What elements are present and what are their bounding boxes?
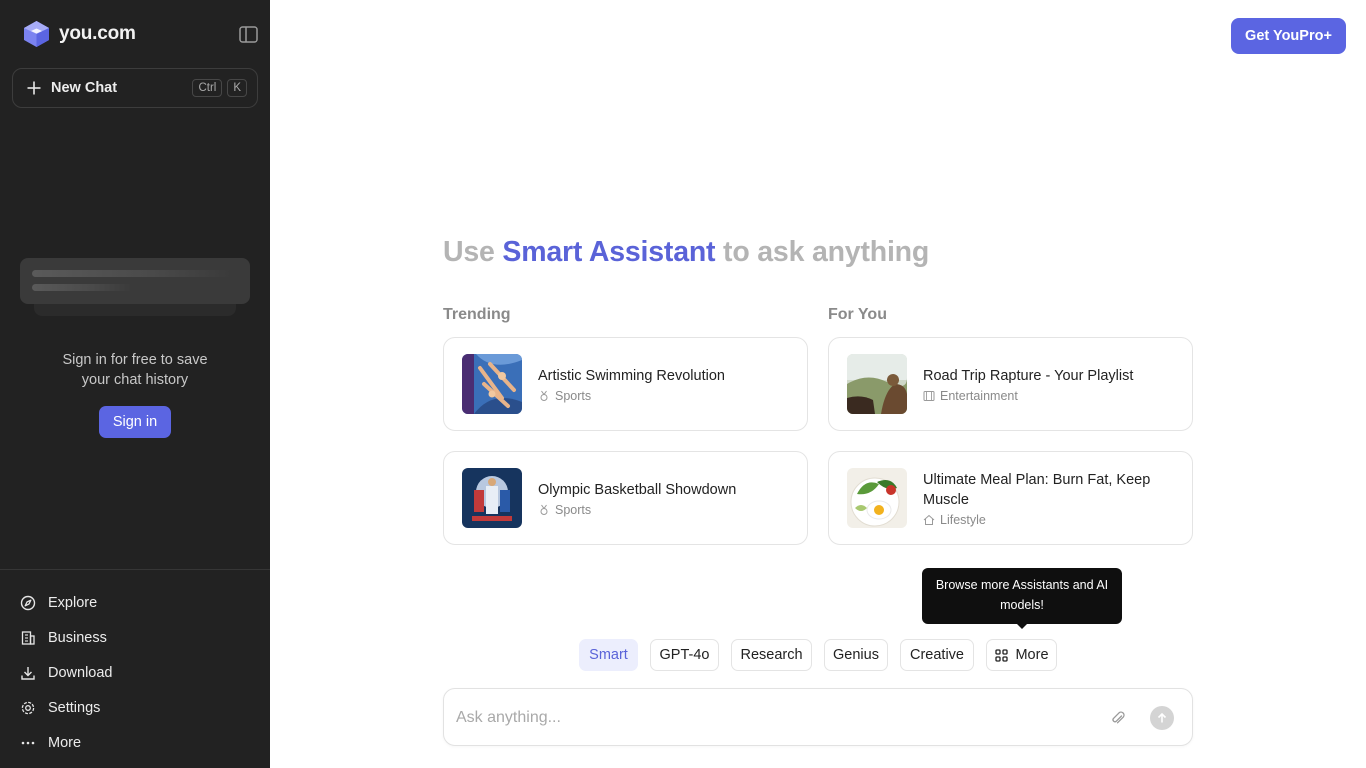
skeleton-line	[32, 284, 132, 291]
arrow-up-icon	[1157, 712, 1167, 723]
sidebar-divider	[0, 569, 270, 570]
sidebar-item-explore[interactable]: Explore	[20, 585, 250, 620]
brand-name: you.com	[59, 23, 136, 44]
card-category: Sports	[538, 503, 591, 517]
plus-icon	[25, 79, 43, 97]
sidebar-item-label: More	[48, 734, 82, 751]
card-title: Ultimate Meal Plan: Burn Fat, Keep Muscl…	[923, 472, 1151, 508]
card-title: Artistic Swimming Revolution	[538, 368, 725, 384]
medal-icon	[538, 504, 550, 516]
card-category: Entertainment	[923, 389, 1018, 403]
skeleton-line	[32, 270, 232, 277]
signin-prompt: Sign in for free to save your chat histo…	[0, 350, 270, 390]
trending-card[interactable]: Artistic Swimming Revolution Sports	[443, 337, 808, 431]
artistic-swimming-thumbnail	[462, 354, 522, 414]
sign-in-button[interactable]: Sign in	[99, 406, 171, 438]
card-category-label: Lifestyle	[940, 513, 986, 527]
sidebar-item-label: Explore	[48, 594, 98, 611]
signin-prompt-line2: your chat history	[81, 372, 189, 388]
headline-assistant[interactable]: Smart Assistant	[502, 236, 715, 268]
get-youpro-button[interactable]: Get YouPro+	[1231, 18, 1346, 54]
skeleton-card	[20, 258, 250, 304]
new-chat-button[interactable]: New Chat Ctrl K	[12, 68, 258, 108]
compass-icon	[20, 595, 36, 611]
mode-chip-research[interactable]: Research	[731, 639, 812, 671]
tooltip-arrow	[1016, 623, 1028, 629]
attach-button[interactable]	[1107, 707, 1129, 729]
you-logo-icon	[24, 21, 49, 47]
card-category-label: Sports	[555, 389, 592, 403]
sidebar-item-label: Settings	[48, 699, 101, 716]
film-icon	[923, 390, 935, 402]
mode-chip-gpt4o[interactable]: GPT-4o	[650, 639, 719, 671]
sidebar-toggle-icon	[238, 25, 258, 43]
trending-title: Trending	[443, 306, 511, 323]
for-you-card[interactable]: Road Trip Rapture - Your Playlist Entert…	[828, 337, 1193, 431]
headline-suffix: to ask anything	[715, 236, 930, 268]
for-you-title: For You	[828, 306, 887, 323]
gear-icon	[20, 700, 36, 716]
collapse-sidebar-button[interactable]	[236, 23, 260, 45]
mode-chip-more[interactable]: More	[986, 639, 1057, 671]
ellipsis-icon	[20, 735, 36, 751]
chat-history-placeholder	[20, 258, 250, 320]
ask-box	[443, 688, 1193, 746]
for-you-card[interactable]: Ultimate Meal Plan: Burn Fat, Keep Muscl…	[828, 451, 1193, 545]
sidebar-item-more[interactable]: More	[20, 725, 250, 760]
home-icon	[923, 514, 935, 526]
shortcut-k: K	[227, 79, 247, 97]
card-title: Olympic Basketball Showdown	[538, 482, 737, 498]
olympic-basketball-thumbnail	[462, 468, 522, 528]
sidebar-item-settings[interactable]: Settings	[20, 690, 250, 725]
shortcut-ctrl: Ctrl	[192, 79, 223, 97]
medal-icon	[538, 390, 550, 402]
mode-chip-creative[interactable]: Creative	[900, 639, 974, 671]
road-trip-thumbnail	[847, 354, 907, 414]
ask-input[interactable]	[456, 703, 1096, 733]
mode-chip-smart[interactable]: Smart	[579, 639, 638, 671]
mode-chip-genius[interactable]: Genius	[824, 639, 888, 671]
paperclip-icon	[1112, 711, 1125, 724]
brand[interactable]: you.com	[22, 20, 136, 48]
mode-chip-more-label: More	[1015, 647, 1049, 663]
page-title: Use Smart Assistant to ask anything	[443, 236, 929, 269]
card-category-label: Entertainment	[940, 389, 1018, 403]
more-tooltip: Browse more Assistants and AI models!	[922, 568, 1122, 624]
card-category: Lifestyle	[923, 513, 986, 527]
card-category-label: Sports	[555, 503, 592, 517]
sidebar-nav: Explore Business Download Settings More	[20, 585, 250, 760]
signin-prompt-line1: Sign in for free to save	[62, 352, 208, 368]
card-title: Road Trip Rapture - Your Playlist	[923, 368, 1134, 384]
assistant-mode-selector: Smart GPT-4o Research Genius Creative Mo…	[0, 639, 1366, 671]
send-button[interactable]	[1150, 706, 1174, 730]
grid-icon	[994, 648, 1008, 662]
card-category: Sports	[538, 389, 591, 403]
headline-prefix: Use	[443, 236, 503, 268]
meal-plan-thumbnail	[847, 468, 907, 528]
new-chat-label: New Chat	[51, 80, 118, 96]
trending-card[interactable]: Olympic Basketball Showdown Sports	[443, 451, 808, 545]
